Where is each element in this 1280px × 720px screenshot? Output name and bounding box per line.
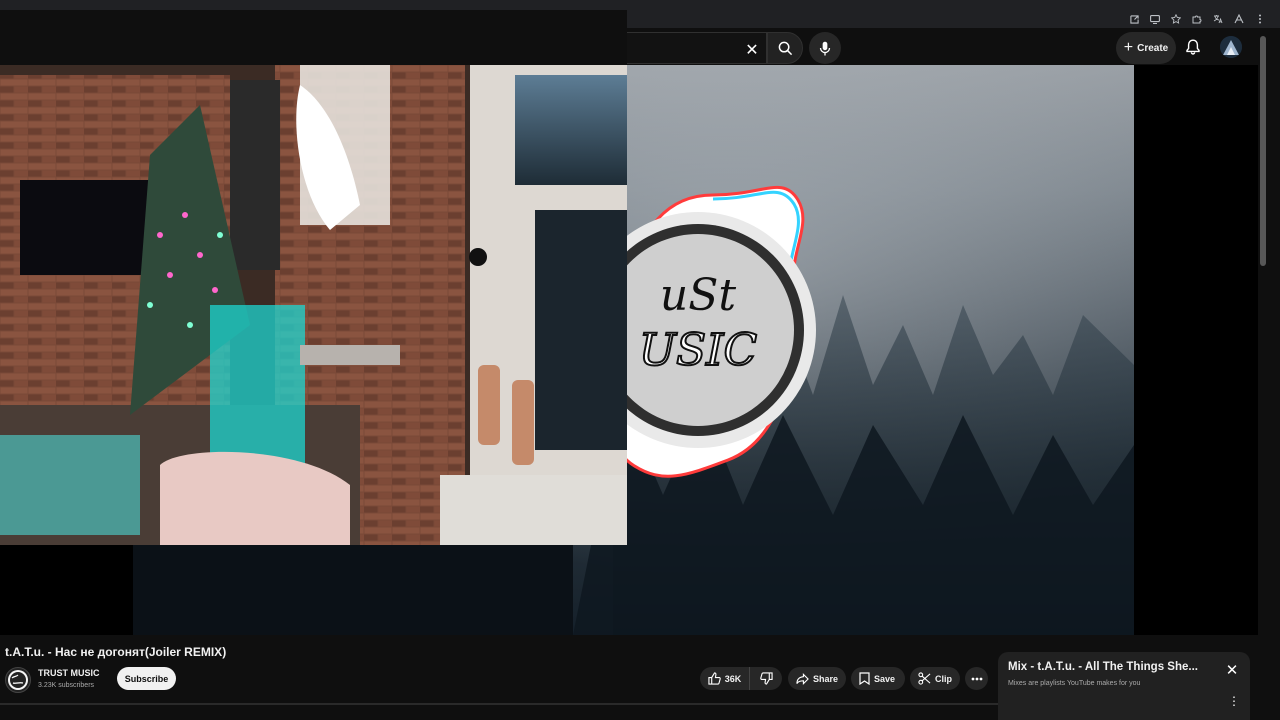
bookmark-icon: [859, 672, 870, 685]
thumbs-down-icon: [759, 672, 773, 685]
mix-subtitle: Mixes are playlists YouTube makes for yo…: [1008, 680, 1141, 687]
scrollbar-thumb[interactable]: [1260, 36, 1266, 266]
thumbs-up-icon: [708, 672, 721, 685]
screen: ✕ + Create uSt USIC t.A.T.u. - Нас не до…: [0, 0, 1280, 720]
voice-search-button[interactable]: [809, 32, 841, 64]
channel-avatar[interactable]: [5, 667, 31, 693]
subscriber-count: 3.23K subscribers: [38, 682, 95, 689]
account-avatar[interactable]: [1220, 36, 1242, 58]
browser-tab-strip: [0, 0, 1280, 10]
close-icon[interactable]: ✕: [1225, 663, 1239, 678]
svg-text:uSt: uSt: [660, 270, 736, 321]
search-button[interactable]: [767, 32, 803, 64]
more-horizontal-icon: [971, 677, 982, 680]
clear-search-icon[interactable]: ✕: [744, 42, 760, 59]
bell-icon: [1186, 39, 1200, 55]
extension-icon[interactable]: [1191, 13, 1203, 25]
cast-icon[interactable]: [1149, 13, 1161, 25]
channel-name[interactable]: TRUST MUSIC: [38, 668, 100, 678]
video-title: t.A.T.u. - Нас не догонят(Joiler REMIX): [5, 645, 227, 659]
search-icon: [778, 41, 792, 55]
search-input[interactable]: ✕: [627, 32, 767, 64]
share-icon: [796, 672, 809, 685]
camera-overlay: [0, 65, 627, 545]
like-button[interactable]: 36K: [700, 667, 750, 690]
clip-button[interactable]: Clip: [910, 667, 960, 690]
bottom-divider: [0, 703, 998, 705]
player-right-pad: [1134, 65, 1258, 635]
svg-text:USIC: USIC: [639, 325, 757, 376]
scissors-icon: [918, 672, 931, 685]
translate-icon[interactable]: [1212, 13, 1224, 25]
mix-playlist-panel[interactable]: Mix - t.A.T.u. - All The Things She... M…: [998, 652, 1250, 720]
more-vertical-icon[interactable]: ⋮: [1228, 694, 1240, 708]
mix-title[interactable]: Mix - t.A.T.u. - All The Things She...: [1008, 661, 1208, 673]
like-count: 36K: [724, 673, 742, 684]
page-scrollbar[interactable]: [1258, 28, 1268, 720]
account-icon[interactable]: [1233, 13, 1245, 25]
subscribe-button[interactable]: Subscribe: [117, 667, 176, 690]
microphone-icon: [819, 41, 831, 55]
star-icon[interactable]: [1170, 13, 1182, 25]
create-label: Create: [1137, 42, 1169, 54]
share-button[interactable]: Share: [788, 667, 846, 690]
clip-label: Clip: [935, 673, 952, 684]
dislike-button[interactable]: [750, 667, 782, 690]
video-info: t.A.T.u. - Нас не догонят(Joiler REMIX) …: [0, 635, 1258, 720]
save-label: Save: [874, 673, 896, 684]
plus-icon: +: [1123, 39, 1134, 56]
menu-icon[interactable]: [1254, 13, 1266, 25]
notifications-button[interactable]: [1183, 34, 1203, 60]
browser-toolbar: [627, 10, 1280, 28]
more-actions-button[interactable]: [965, 667, 988, 690]
external-link-icon[interactable]: [1128, 13, 1140, 25]
video-player[interactable]: uSt USIC: [0, 65, 1258, 679]
create-button[interactable]: + Create: [1116, 32, 1176, 64]
save-button[interactable]: Save: [851, 667, 905, 690]
like-dislike-group: 36K: [700, 667, 782, 690]
youtube-header: ✕ + Create: [627, 28, 1280, 65]
share-label: Share: [812, 673, 838, 684]
